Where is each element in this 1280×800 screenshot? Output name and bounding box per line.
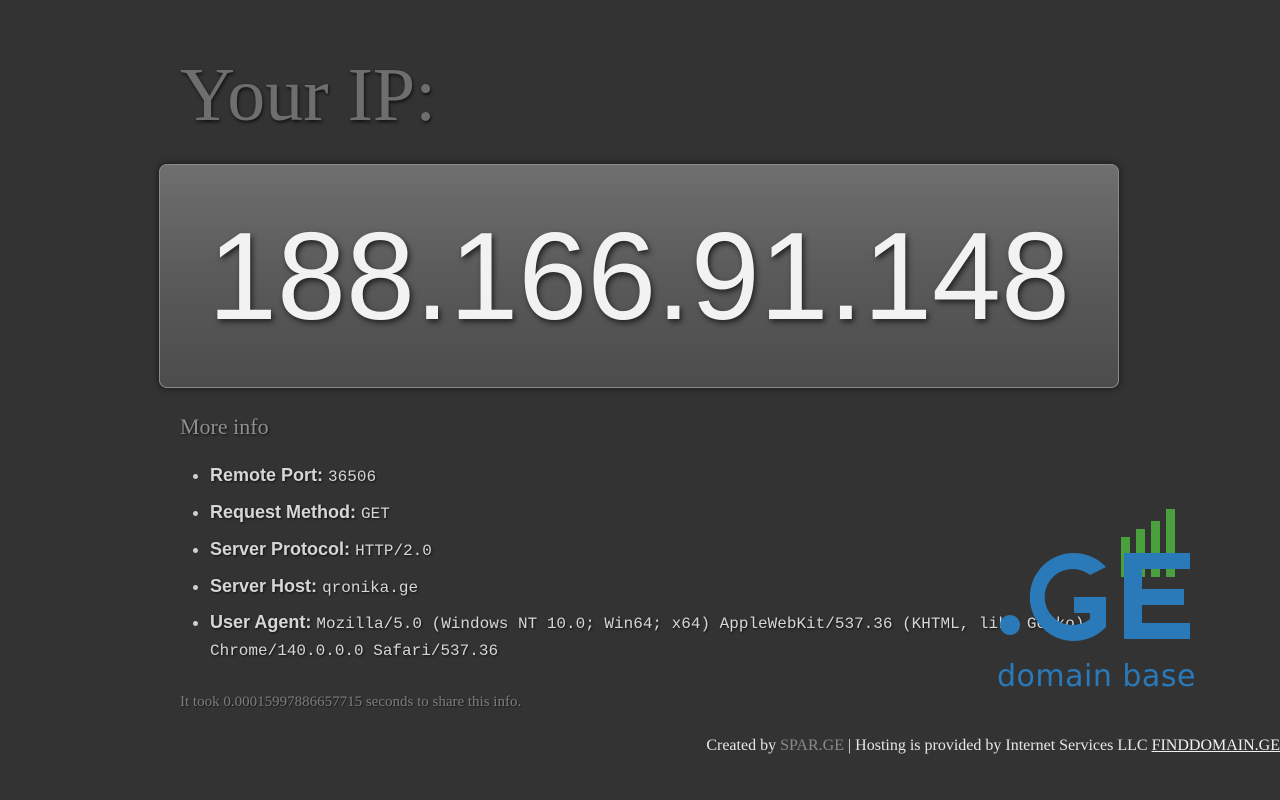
server-protocol-label: Server Protocol: — [210, 539, 351, 559]
user-agent-label: User Agent: — [210, 612, 312, 632]
request-method-label: Request Method: — [210, 502, 356, 522]
finddomain-link[interactable]: FINDDOMAIN.GE — [1152, 737, 1280, 754]
page-title: Your IP: — [180, 53, 437, 137]
footer: Created by SPAR.GE | Hosting is provided… — [706, 737, 1280, 755]
server-host-label: Server Host: — [210, 576, 318, 596]
more-info-heading: More info — [180, 414, 269, 439]
list-item-server-host: Server Host: qronika.ge — [210, 573, 1110, 601]
info-list: Remote Port: 36506 Request Method: GET S… — [190, 462, 1110, 673]
server-protocol-value: HTTP/2.0 — [355, 542, 432, 560]
ip-address-value[interactable]: 188.166.91.148 — [160, 215, 1118, 339]
list-item-server-protocol: Server Protocol: HTTP/2.0 — [210, 536, 1110, 564]
remote-port-label: Remote Port: — [210, 465, 324, 485]
server-host-value: qronika.ge — [322, 579, 419, 597]
footer-hosting-text: | Hosting is provided by Internet Servic… — [847, 737, 1148, 754]
list-item-user-agent: User Agent: Mozilla/5.0 (Windows NT 10.0… — [210, 610, 1110, 664]
ip-display-box: 188.166.91.148 — [159, 164, 1119, 388]
remote-port-value: 36506 — [328, 468, 377, 486]
footer-created-by: Created by — [706, 737, 777, 754]
list-item-remote-port: Remote Port: 36506 — [210, 462, 1110, 490]
page: Your IP: 188.166.91.148 More info Remote… — [0, 0, 1280, 800]
spar-link[interactable]: SPAR.GE — [780, 737, 844, 754]
ge-logo-mark-icon — [1000, 509, 1190, 641]
logo-caption: domain base — [997, 659, 1196, 694]
list-item-request-method: Request Method: GET — [210, 499, 1110, 527]
timing-text: It took 0.00015997886657715 seconds to s… — [180, 694, 522, 710]
user-agent-value: Mozilla/5.0 (Windows NT 10.0; Win64; x64… — [210, 615, 1085, 660]
request-method-value: GET — [361, 505, 390, 523]
